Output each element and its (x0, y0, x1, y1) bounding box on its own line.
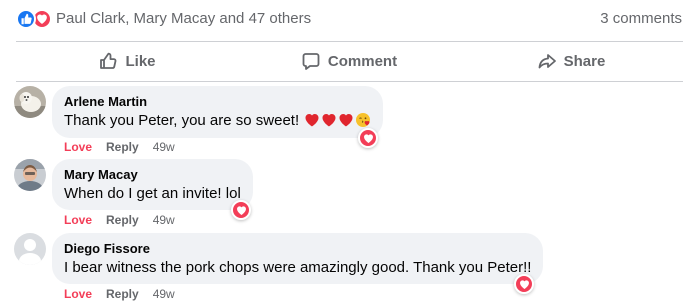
comment-love-reaction-badge[interactable] (358, 128, 378, 148)
comment-bubble: Arlene Martin Thank you Peter, you are s… (52, 86, 384, 138)
heart-icon (363, 133, 373, 143)
comment-timestamp[interactable]: 49w (153, 286, 175, 302)
comment-button[interactable]: Comment (238, 42, 460, 80)
comment-author[interactable]: Arlene Martin (64, 94, 371, 110)
red-heart-emoji (321, 112, 337, 134)
reaction-summary-bar: Paul Clark, Mary Macay and 47 others 3 c… (0, 0, 685, 40)
comment-icon (302, 53, 320, 70)
reply-link[interactable]: Reply (106, 139, 139, 155)
comment-button-label: Comment (327, 52, 398, 70)
post-actions-bar: Like Comment Share (16, 42, 682, 80)
love-reaction-link[interactable]: Love (64, 212, 92, 228)
reply-link[interactable]: Reply (106, 212, 139, 228)
love-reaction-link[interactable]: Love (64, 286, 92, 302)
avatar-mary-macay[interactable] (14, 159, 46, 191)
comment-meta: Love Reply 49w (64, 286, 175, 302)
comment-author[interactable]: Diego Fissore (64, 241, 531, 257)
reactors-names[interactable]: Paul Clark, Mary Macay and 47 others (56, 9, 311, 29)
reactions-summary[interactable]: Paul Clark, Mary Macay and 47 others (16, 9, 311, 29)
heart-icon (236, 205, 246, 215)
comment-text: When do I get an invite! lol (64, 185, 241, 202)
like-button[interactable]: Like (16, 42, 238, 80)
love-reaction-link[interactable]: Love (64, 139, 92, 155)
avatar-diego-fissore[interactable] (14, 233, 46, 265)
comment-meta: Love Reply 49w (64, 139, 175, 155)
share-button[interactable]: Share (460, 42, 682, 80)
divider-bottom (16, 81, 683, 82)
avatar-arlene-martin[interactable] (14, 86, 46, 118)
comment-meta: Love Reply 49w (64, 212, 175, 228)
like-reaction-icon (16, 9, 36, 29)
like-button-label: Like (125, 52, 156, 70)
share-button-label: Share (563, 52, 606, 70)
comment-bubble: Diego Fissore I bear witness the pork ch… (52, 233, 544, 284)
comment-timestamp[interactable]: 49w (153, 139, 175, 155)
comment-text-body: Thank you Peter, you are so sweet! (64, 112, 300, 129)
comment-bubble: Mary Macay When do I get an invite! lol (52, 159, 253, 210)
comment-text: Thank you Peter, you are so sweet! (64, 111, 371, 134)
red-heart-emoji (338, 112, 354, 134)
comment-text: I bear witness the pork chops were amazi… (64, 259, 532, 276)
reply-link[interactable]: Reply (106, 286, 139, 302)
thumbs-up-icon (100, 52, 117, 69)
comments-count[interactable]: 3 comments (600, 9, 682, 29)
share-icon (538, 54, 556, 69)
red-heart-emoji (304, 112, 320, 134)
comment-love-reaction-badge[interactable] (514, 274, 534, 294)
comment-author[interactable]: Mary Macay (64, 167, 241, 183)
comment-timestamp[interactable]: 49w (153, 212, 175, 228)
heart-icon (519, 279, 529, 289)
comment-love-reaction-badge[interactable] (231, 200, 251, 220)
